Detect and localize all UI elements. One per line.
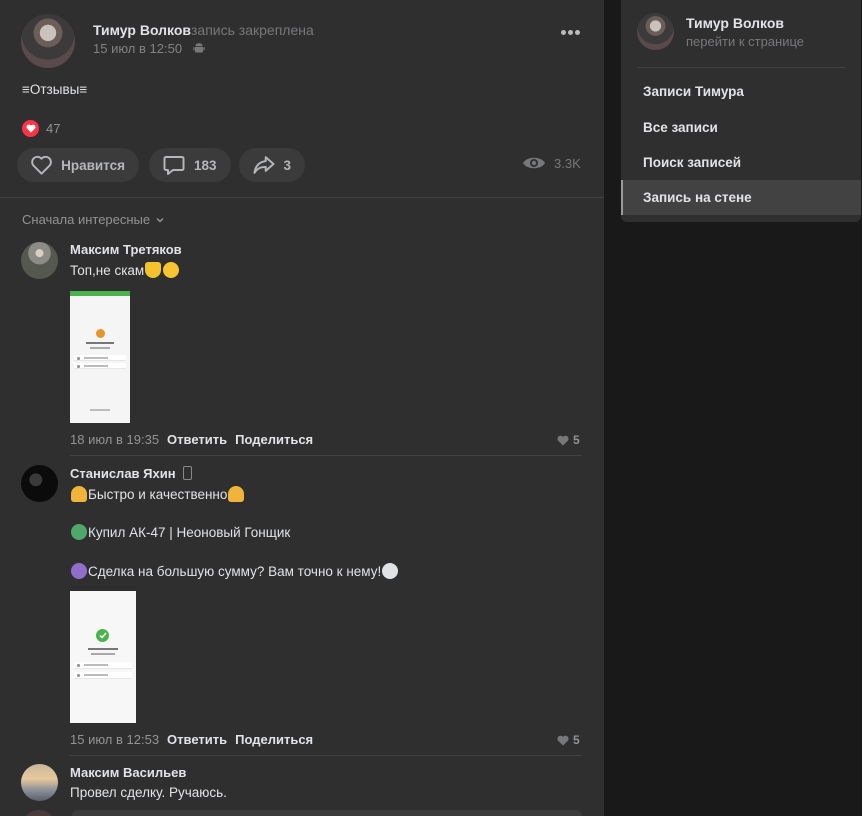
comment-author[interactable]: Станислав Яхин bbox=[70, 466, 193, 481]
divider bbox=[70, 455, 582, 456]
current-user-avatar bbox=[22, 810, 56, 816]
bell-emoji-icon bbox=[228, 486, 245, 502]
comment-author[interactable]: Максим Васильев bbox=[70, 765, 186, 780]
dragon-emoji-icon bbox=[71, 524, 87, 540]
comment-avatar[interactable] bbox=[21, 764, 58, 801]
divider bbox=[70, 755, 582, 756]
android-icon bbox=[193, 43, 205, 53]
comment-line-2: Купил АК-47 | Неоновый Гонщик bbox=[88, 525, 291, 540]
reply-button[interactable]: Ответить bbox=[167, 732, 227, 747]
crystal-ball-emoji-icon bbox=[71, 563, 87, 579]
share-comment-button[interactable]: Поделиться bbox=[235, 432, 313, 447]
share-button[interactable]: 3 bbox=[239, 148, 305, 182]
phone-emoji-icon bbox=[183, 466, 193, 480]
comment-text: Топ,не скам bbox=[70, 262, 180, 278]
post-text: ≡Отзывы≡ bbox=[22, 82, 88, 97]
pinned-note: запись закреплена bbox=[191, 22, 314, 38]
comment-text: Провел сделку. Ручаюсь. bbox=[70, 785, 227, 800]
comment-avatar[interactable] bbox=[21, 242, 58, 279]
comment-text-content: Топ,не скам bbox=[70, 263, 145, 278]
comment-date[interactable]: 15 июл в 12:53 bbox=[70, 732, 159, 747]
comment-text-line: Быстро и качественно bbox=[70, 486, 245, 502]
comments-count: 183 bbox=[194, 157, 217, 173]
share-icon bbox=[253, 156, 275, 174]
comment-meta: 18 июл в 19:35 Ответить Поделиться bbox=[70, 432, 313, 447]
sidebar-author[interactable]: Тимур Волков bbox=[686, 15, 784, 31]
chevron-down-icon bbox=[156, 217, 164, 223]
wink-emoji-icon bbox=[163, 262, 180, 278]
comment-avatar[interactable] bbox=[21, 465, 58, 502]
comment-author-name: Станислав Яхин bbox=[70, 466, 176, 481]
eye-icon bbox=[523, 157, 545, 169]
reaction-heart-icon[interactable] bbox=[22, 120, 39, 137]
post-date[interactable]: 15 июл в 12:50 bbox=[93, 41, 182, 56]
reaction-count[interactable]: 47 bbox=[46, 121, 60, 136]
bell-emoji-icon bbox=[71, 486, 87, 502]
comment-line-1: Быстро и качественно bbox=[88, 487, 228, 502]
comment-text-line: Купил АК-47 | Неоновый Гонщик bbox=[70, 524, 290, 540]
divider bbox=[637, 67, 845, 68]
comment-input[interactable] bbox=[72, 810, 582, 816]
post-panel: Тимур Волков запись закреплена 15 июл в … bbox=[0, 0, 604, 816]
author-avatar[interactable] bbox=[21, 14, 75, 68]
reply-button[interactable]: Ответить bbox=[167, 432, 227, 447]
more-options-icon[interactable] bbox=[561, 30, 581, 36]
sidebar-item-user-posts[interactable]: Записи Тимура bbox=[621, 74, 861, 109]
attached-screenshot[interactable] bbox=[70, 291, 130, 423]
sidebar-item-wall-post[interactable]: Запись на стене bbox=[621, 180, 861, 215]
post-author[interactable]: Тимур Волков bbox=[93, 22, 191, 38]
comment-like-button[interactable]: 5 bbox=[557, 733, 580, 747]
comment-icon bbox=[163, 156, 185, 175]
comment-date[interactable]: 18 июл в 19:35 bbox=[70, 432, 159, 447]
heart-outline-icon bbox=[31, 155, 52, 175]
comment-like-count: 5 bbox=[573, 733, 580, 747]
like-button[interactable]: Нравится bbox=[17, 148, 139, 182]
sidebar-item-all-posts[interactable]: Все записи bbox=[621, 110, 861, 145]
comment-like-count: 5 bbox=[573, 433, 580, 447]
divider bbox=[0, 197, 604, 198]
views-counter: 3.3K bbox=[522, 155, 581, 171]
sidebar-avatar[interactable] bbox=[637, 13, 674, 50]
views-count: 3.3K bbox=[554, 155, 581, 171]
sort-label: Сначала интересные bbox=[22, 212, 151, 227]
attached-screenshot[interactable] bbox=[70, 591, 136, 723]
comment-text-line: Сделка на большую сумму? Вам точно к нем… bbox=[70, 563, 399, 579]
heart-icon bbox=[557, 435, 569, 445]
comment-author[interactable]: Максим Третяков bbox=[70, 242, 182, 257]
like-label: Нравится bbox=[61, 157, 125, 173]
go-to-page-link[interactable]: перейти к странице bbox=[686, 34, 804, 49]
snowman-emoji-icon bbox=[382, 563, 399, 579]
sidebar-item-search-posts[interactable]: Поиск записей bbox=[621, 145, 861, 180]
yellow-heart-emoji-icon bbox=[145, 262, 162, 278]
comment-line-3: Сделка на большую сумму? Вам точно к нем… bbox=[88, 564, 382, 579]
heart-icon bbox=[557, 735, 569, 745]
shares-count: 3 bbox=[283, 157, 291, 173]
share-comment-button[interactable]: Поделиться bbox=[235, 732, 313, 747]
comment-meta: 15 июл в 12:53 Ответить Поделиться bbox=[70, 732, 313, 747]
sort-dropdown[interactable]: Сначала интересные bbox=[22, 212, 166, 227]
comment-button[interactable]: 183 bbox=[149, 148, 231, 182]
comment-like-button[interactable]: 5 bbox=[557, 433, 580, 447]
